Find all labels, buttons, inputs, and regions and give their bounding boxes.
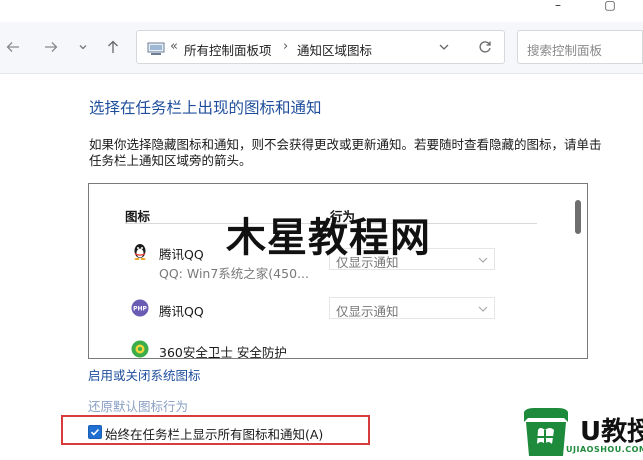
svg-text:PHP: PHP <box>133 306 147 313</box>
page-title: 选择在任务栏上出现的图标和通知 <box>89 99 322 117</box>
360-security-icon <box>131 340 149 358</box>
row-3-name: 360安全卫士 安全防护 <box>159 345 287 359</box>
chevron-down-icon <box>478 306 488 312</box>
search-placeholder: 搜索控制面板 <box>527 43 603 58</box>
navigation-bar: « 所有控制面板项 › 通知区域图标 搜索控制面板 <box>0 22 643 74</box>
restore-button[interactable]: ▢ <box>600 0 620 11</box>
recent-locations-button[interactable] <box>72 36 94 58</box>
forward-button[interactable] <box>40 36 62 58</box>
row-2-behavior-value: 仅显示通知 <box>336 304 399 319</box>
address-overflow[interactable]: « <box>170 39 178 54</box>
checkmark-icon <box>90 428 100 436</box>
arrow-right-icon <box>45 42 58 52</box>
system-icons-link[interactable]: 启用或关闭系统图标 <box>88 365 201 384</box>
address-bar[interactable]: « 所有控制面板项 › 通知区域图标 <box>136 30 505 64</box>
breadcrumb-separator[interactable]: › <box>283 39 288 54</box>
watermark-text: 木星教程网 <box>226 215 431 261</box>
page-description: 如果你选择隐藏图标和通知，则不会获得更改或更新通知。若要随时查看隐藏的图标，请单… <box>89 137 602 168</box>
title-bar: – ▢ <box>0 0 643 22</box>
logo-url: UJIAOSHOU.COM <box>566 445 643 454</box>
chevron-down-icon <box>478 257 488 263</box>
back-button[interactable] <box>2 36 24 58</box>
arrow-up-icon <box>108 40 118 53</box>
row-1-detail: QQ: Win7系统之家(450... <box>159 266 309 281</box>
control-panel-icon <box>147 42 165 55</box>
always-show-checkbox[interactable] <box>88 425 102 439</box>
qq-penguin-icon <box>134 244 146 260</box>
restore-default-link[interactable]: 还原默认图标行为 <box>88 396 188 415</box>
refresh-icon[interactable] <box>477 39 493 55</box>
breadcrumb-all-items[interactable]: 所有控制面板项 <box>184 40 272 59</box>
minimize-button[interactable]: – <box>548 0 568 11</box>
list-scrollbar[interactable] <box>575 200 581 234</box>
chevron-down-icon <box>79 45 87 50</box>
row-1-name: 腾讯QQ <box>159 247 204 262</box>
up-button[interactable] <box>102 36 124 58</box>
always-show-label[interactable]: 始终在任务栏上显示所有图标和通知(A) <box>105 424 323 443</box>
search-input[interactable]: 搜索控制面板 <box>517 30 643 64</box>
logo-text: U教授 <box>580 417 643 447</box>
php-icon: PHP <box>131 299 149 317</box>
breadcrumb-notification-icons[interactable]: 通知区域图标 <box>297 40 372 59</box>
arrow-left-icon <box>6 42 19 52</box>
address-dropdown-icon[interactable] <box>437 40 451 54</box>
row-2-name: 腾讯QQ <box>159 304 204 319</box>
row-2-behavior-select[interactable]: 仅显示通知 <box>329 297 495 319</box>
